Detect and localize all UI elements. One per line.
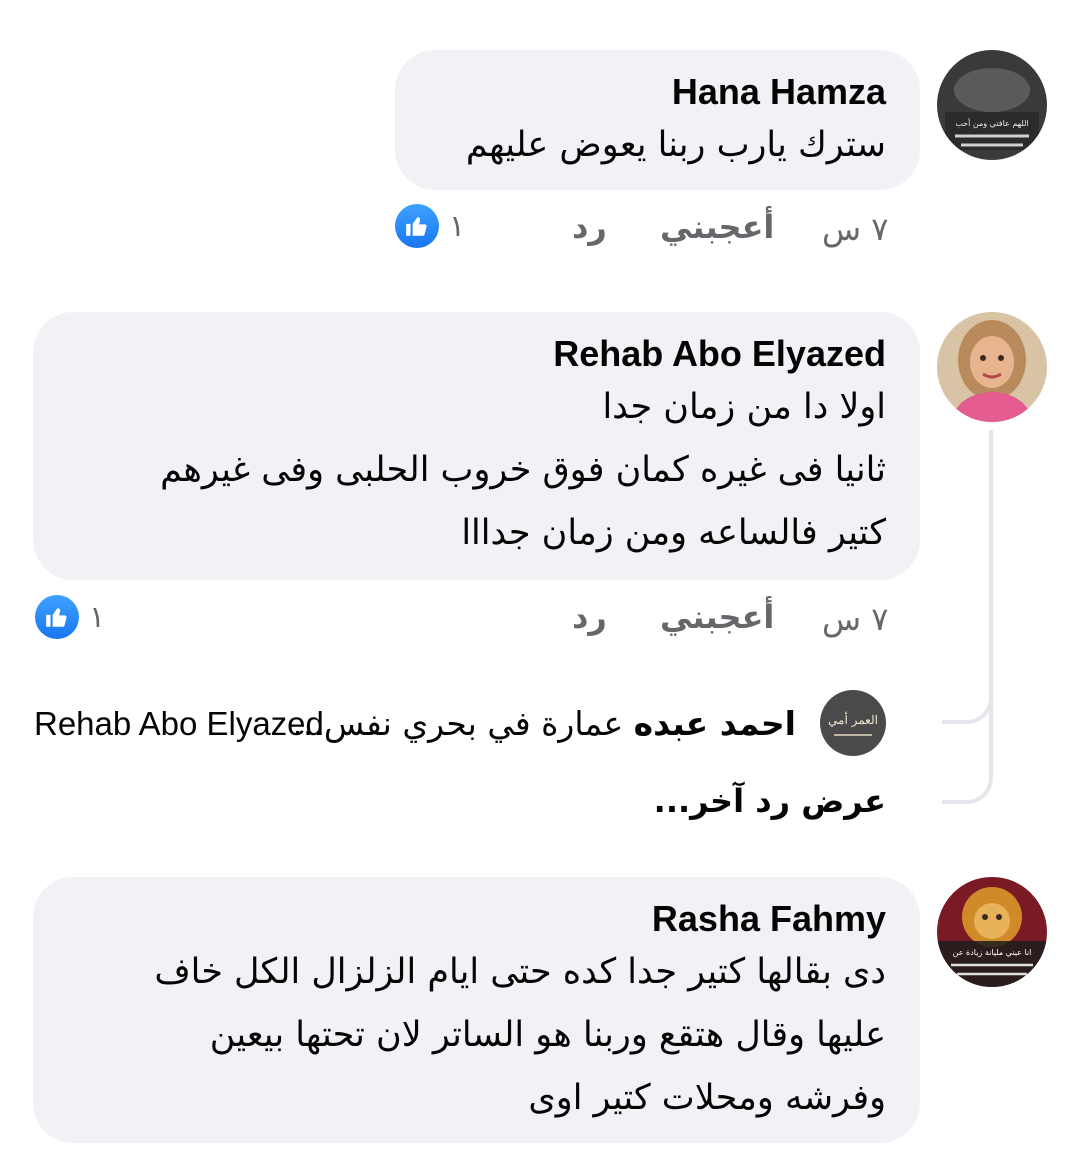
thread-connector [942, 720, 993, 804]
view-more-replies-link[interactable]: عرض رد آخر... [654, 782, 886, 820]
comment-time[interactable]: ٧ س [822, 210, 888, 248]
avatar-hana-hamza[interactable]: اللهم عافتي ومن أحب [937, 50, 1047, 160]
comment-bubble[interactable]: Rehab Abo Elyazed اولا دا من زمان جدا ثا… [33, 312, 920, 580]
avatar-rehab-abo-elyazed[interactable] [937, 312, 1047, 422]
comment-author[interactable]: Hana Hamza [429, 70, 886, 114]
comment-bubble[interactable]: Hana Hamza سترك يارب ربنا يعوض عليهم [395, 50, 920, 190]
thumbs-up-icon [395, 204, 439, 248]
comments-page: اللهم عافتي ومن أحب Hana Hamza سترك يارب… [0, 0, 1080, 1159]
thread-line [989, 430, 993, 720]
avatar-image [937, 312, 1047, 422]
reply-button[interactable]: رد [572, 208, 607, 246]
like-button[interactable]: أعجبني [660, 208, 774, 246]
comment-text: دى بقالها كتير جدا كده حتى ايام الزلزال … [154, 952, 886, 1118]
reply-text: عمارة في بحري نفس... [292, 704, 624, 743]
thread-connector [942, 680, 993, 724]
thumbs-up-icon [35, 595, 79, 639]
comment-bubble[interactable]: Rasha Fahmy دى بقالها كتير جدا كده حتى ا… [33, 877, 920, 1143]
reply-author[interactable]: احمد عبده [634, 704, 796, 743]
comment-text: سترك يارب ربنا يعوض عليهم [465, 125, 886, 165]
avatar-image: اللهم عافتي ومن أحب [937, 50, 1047, 160]
reply-mention: Rehab Abo Elyazed [34, 704, 324, 743]
reaction-count: ١ [449, 208, 466, 244]
comment-author[interactable]: Rehab Abo Elyazed [67, 332, 886, 376]
reaction-summary[interactable]: ١ [35, 595, 105, 639]
reply-preview[interactable]: احمد عبده عمارة في بحري نفس... [292, 704, 796, 743]
avatar-image: انا عيني مليانة زيادة عن [937, 877, 1047, 987]
like-button[interactable]: أعجبني [660, 598, 774, 636]
reply-button[interactable]: رد [572, 598, 607, 636]
comment-time[interactable]: ٧ س [822, 600, 888, 638]
svg-text:اللهم عافتي ومن أحب: اللهم عافتي ومن أحب [955, 118, 1028, 128]
comment-text: اولا دا من زمان جدا ثانيا فى غيره كمان ف… [160, 387, 886, 553]
comment-author[interactable]: Rasha Fahmy [67, 897, 886, 941]
avatar-image: العمر أمي [820, 690, 886, 756]
reaction-count: ١ [89, 599, 106, 635]
avatar-rasha-fahmy[interactable]: انا عيني مليانة زيادة عن [937, 877, 1047, 987]
avatar-reply-author[interactable]: العمر أمي [820, 690, 886, 756]
reaction-summary[interactable]: ١ [395, 204, 465, 248]
svg-text:العمر أمي: العمر أمي [828, 712, 878, 727]
mention-text: Rehab Abo Elyazed [34, 705, 324, 742]
svg-text:انا عيني مليانة زيادة عن: انا عيني مليانة زيادة عن [953, 948, 1032, 957]
